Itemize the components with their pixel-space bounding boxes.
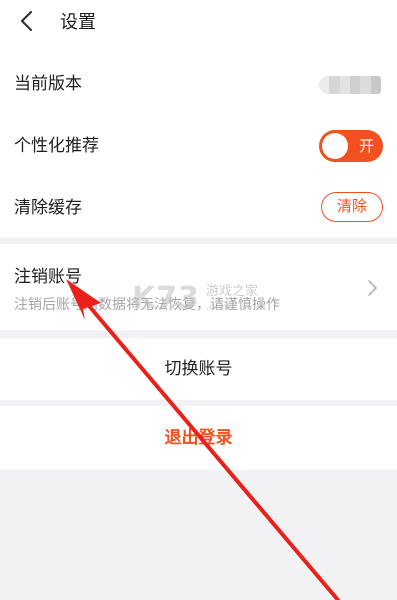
clear-cache-button[interactable]: 清除 — [321, 192, 383, 222]
version-value-blurred — [319, 76, 381, 94]
page-title: 设置 — [60, 12, 96, 33]
personalized-recommendation-row: 个性化推荐 开 — [0, 120, 397, 174]
settings-card: 设置 当前版本 个性化推荐 开 清除缓存 清除 — [0, 0, 397, 238]
cancel-account-row[interactable]: 注销账号 注销后账号内数据将无法恢复，请谨慎操作 — [0, 244, 397, 330]
chevron-right-icon — [368, 280, 377, 296]
version-label: 当前版本 — [14, 74, 82, 94]
settings-page: 设置 当前版本 个性化推荐 开 清除缓存 清除 注销账号 注销后账号内数据将无法… — [0, 0, 397, 600]
toggle-state-text: 开 — [358, 137, 374, 155]
toggle-knob — [322, 133, 348, 159]
logout-button[interactable]: 退出登录 — [0, 406, 397, 470]
logout-label: 退出登录 — [164, 428, 233, 448]
switch-account-button[interactable]: 切换账号 — [0, 338, 397, 400]
switch-account-label: 切换账号 — [164, 359, 233, 379]
clear-cache-label: 清除缓存 — [14, 198, 82, 218]
clear-cache-row: 清除缓存 清除 — [0, 182, 397, 236]
version-row: 当前版本 — [0, 58, 397, 112]
cancel-account-title: 注销账号 — [14, 267, 82, 287]
cancel-account-description: 注销后账号内数据将无法恢复，请谨慎操作 — [14, 297, 280, 313]
personalized-recommendation-label: 个性化推荐 — [14, 136, 99, 156]
personalized-recommendation-toggle[interactable]: 开 — [319, 130, 383, 162]
chevron-left-icon[interactable] — [16, 9, 40, 33]
top-bar: 设置 — [0, 0, 397, 46]
